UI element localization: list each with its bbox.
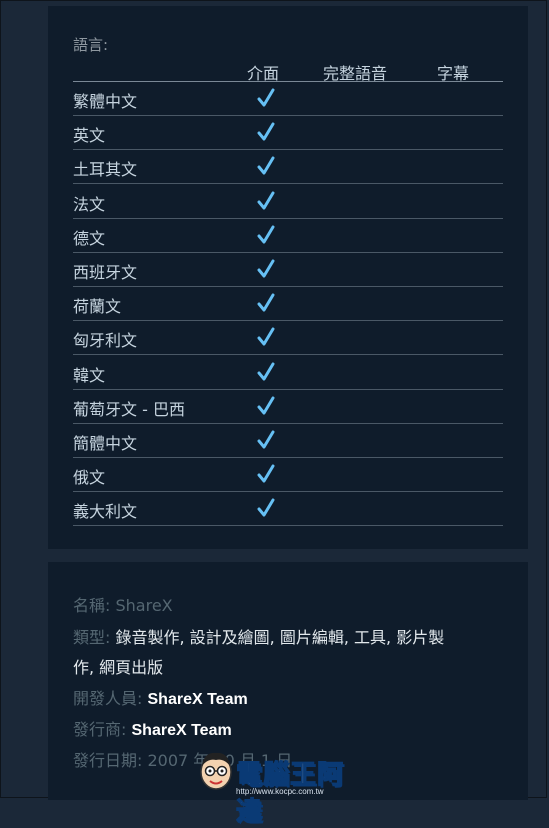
language-name: 俄文 — [73, 468, 106, 488]
language-row: 西班牙文 — [73, 253, 503, 287]
watermark-url: http://www.kocpc.com.tw — [236, 787, 324, 796]
checkmark-icon — [257, 430, 275, 449]
genre-row-continued: 作, 網頁出版 — [73, 654, 163, 678]
language-name: 荷蘭文 — [73, 297, 122, 317]
languages-title: 語言: — [73, 36, 109, 54]
developer-link[interactable]: ShareX Team — [148, 691, 248, 708]
language-row: 土耳其文 — [73, 150, 503, 185]
language-row: 匈牙利文 — [73, 321, 503, 356]
developer-row: 開發人員: ShareX Team — [73, 685, 248, 709]
genre-links[interactable]: 錄音製作, 設計及繪圖, 圖片編輯, 工具, 影片製 — [116, 628, 445, 647]
language-row: 荷蘭文 — [73, 287, 503, 322]
checkmark-icon — [257, 88, 275, 107]
publisher-label: 發行商: — [73, 720, 127, 739]
publisher-link[interactable]: ShareX Team — [132, 722, 232, 739]
checkmark-icon — [257, 464, 275, 483]
checkmark-icon — [257, 259, 275, 278]
language-row: 義大利文 — [73, 492, 503, 527]
checkmark-icon — [257, 498, 275, 517]
language-name: 義大利文 — [73, 502, 138, 522]
language-name: 韓文 — [73, 365, 106, 385]
language-name: 德文 — [73, 228, 106, 248]
name-value: ShareX — [115, 596, 173, 615]
language-row: 韓文 — [73, 356, 503, 390]
language-name: 匈牙利文 — [73, 331, 138, 351]
genre-row: 類型: 錄音製作, 設計及繪圖, 圖片編輯, 工具, 影片製 — [73, 624, 444, 648]
language-name: 繁體中文 — [73, 92, 138, 111]
language-row: 繁體中文 — [73, 82, 503, 116]
checkmark-icon — [257, 122, 275, 141]
developer-label: 開發人員: — [73, 689, 143, 708]
name-row: 名稱: ShareX — [73, 592, 173, 616]
publisher-row: 發行商: ShareX Team — [73, 716, 232, 740]
checkmark-icon — [257, 191, 275, 210]
checkmark-icon — [257, 362, 275, 381]
language-row: 法文 — [73, 185, 503, 219]
language-name: 簡體中文 — [73, 434, 138, 453]
language-row: 英文 — [73, 116, 503, 151]
language-name: 葡萄牙文 - 巴西 — [73, 399, 185, 419]
genre-label: 類型: — [73, 628, 111, 647]
language-name: 土耳其文 — [73, 160, 138, 180]
checkmark-icon — [257, 293, 275, 312]
genre-links-continued[interactable]: 作, 網頁出版 — [73, 658, 163, 677]
language-row: 簡體中文 — [73, 424, 503, 458]
release-label: 發行日期: — [73, 751, 143, 770]
checkmark-icon — [257, 327, 275, 346]
checkmark-icon — [257, 156, 275, 175]
language-row: 葡萄牙文 - 巴西 — [73, 390, 503, 424]
checkmark-icon — [257, 225, 275, 244]
watermark-logo: 電腦王阿達 http://www.kocpc.com.tw — [198, 748, 368, 828]
name-label: 名稱: — [73, 596, 111, 615]
languages-panel: 語言: 介面 完整語音 字幕 繁體中文 英文 土耳其文 法文 德文 西班牙文 荷蘭文 匈牙利文… — [48, 6, 528, 549]
language-name: 西班牙文 — [73, 263, 138, 282]
language-name: 法文 — [73, 194, 106, 214]
mascot-face-icon — [200, 752, 232, 790]
checkmark-icon — [257, 396, 275, 415]
language-row: 德文 — [73, 219, 503, 253]
language-name: 英文 — [73, 126, 106, 146]
language-row: 俄文 — [73, 458, 503, 493]
